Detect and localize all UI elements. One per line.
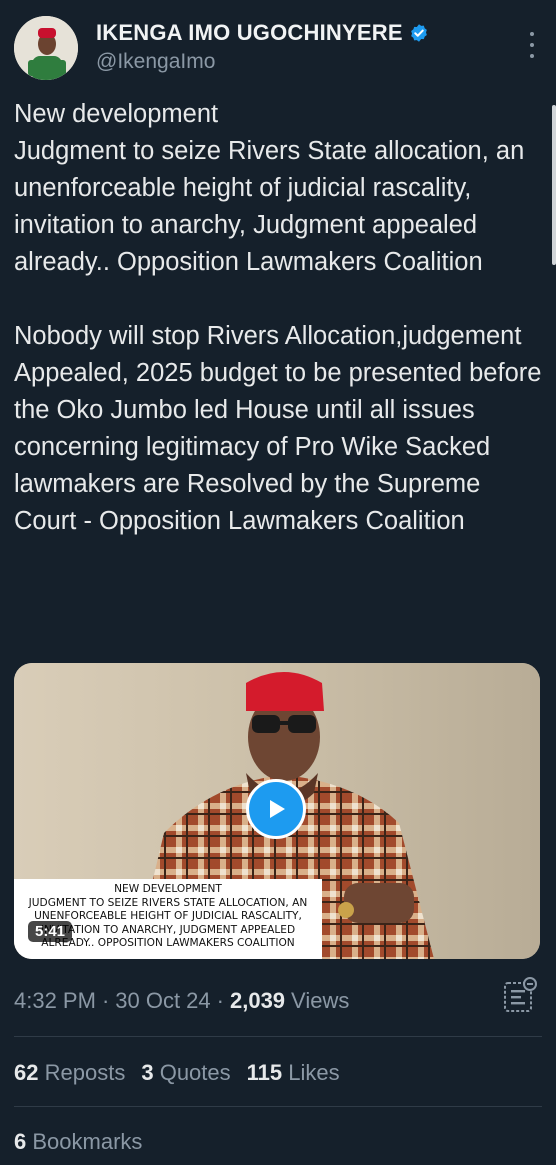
scrollbar[interactable] — [552, 105, 556, 265]
bookmarks-count: 6 — [14, 1129, 27, 1154]
likes-label: Likes — [288, 1060, 340, 1085]
views-count: 2,039 — [229, 988, 286, 1013]
more-dot — [530, 54, 534, 58]
tweet-meta: 4:32 PM · 30 Oct 24 · 2,039 Views — [14, 988, 349, 1014]
divider — [14, 1106, 542, 1107]
caption-line: NEW DEVELOPMENT — [114, 883, 222, 895]
avatar[interactable] — [14, 16, 78, 80]
more-dot — [530, 43, 534, 47]
video-caption-overlay: NEW DEVELOPMENT JUDGMENT TO SEIZE RIVERS… — [14, 879, 322, 959]
likes-count: 115 — [246, 1060, 283, 1085]
meta-separator: · — [216, 988, 224, 1013]
play-icon — [270, 800, 285, 818]
likes-stat[interactable]: 115 Likes — [247, 1060, 340, 1086]
more-options-icon[interactable] — [528, 32, 536, 58]
divider — [14, 1036, 542, 1037]
video-duration-badge: 5:41 — [28, 921, 73, 942]
tweet-date[interactable]: 30 Oct 24 — [115, 988, 210, 1014]
reposts-stat[interactable]: 62 Reposts — [14, 1060, 125, 1086]
verified-badge-icon — [410, 24, 427, 42]
reposts-count: 62 — [14, 1060, 39, 1085]
video-player[interactable]: NEW DEVELOPMENT JUDGMENT TO SEIZE RIVERS… — [14, 663, 540, 959]
tweet-text: New development Judgment to seize Rivers… — [14, 100, 542, 535]
author-display-name[interactable]: IKENGA IMO UGOCHINYERE — [96, 20, 403, 46]
bookmarks-stat[interactable]: 6 Bookmarks — [14, 1129, 142, 1155]
tweet-time[interactable]: 4:32 PM — [14, 988, 96, 1014]
reposts-label: Reposts — [44, 1060, 126, 1085]
bookmarks-label: Bookmarks — [32, 1129, 143, 1154]
quotes-count: 3 — [141, 1060, 154, 1085]
caption-line: JUDGMENT TO SEIZE RIVERS STATE ALLOCATIO… — [28, 896, 308, 909]
play-button[interactable] — [246, 779, 306, 839]
avatar-image — [14, 16, 78, 80]
author-handle[interactable]: @IkengaImo — [96, 50, 215, 74]
quotes-label: Quotes — [159, 1060, 231, 1085]
quotes-stat[interactable]: 3 Quotes — [141, 1060, 230, 1086]
author-name-row: IKENGA IMO UGOCHINYERE — [96, 20, 429, 46]
views-label: Views — [291, 988, 350, 1013]
more-dot — [530, 32, 534, 36]
analytics-icon[interactable] — [502, 976, 538, 1014]
meta-separator: · — [101, 988, 110, 1013]
engagement-stats: 62 Reposts 3 Quotes 115 Likes — [14, 1060, 340, 1086]
